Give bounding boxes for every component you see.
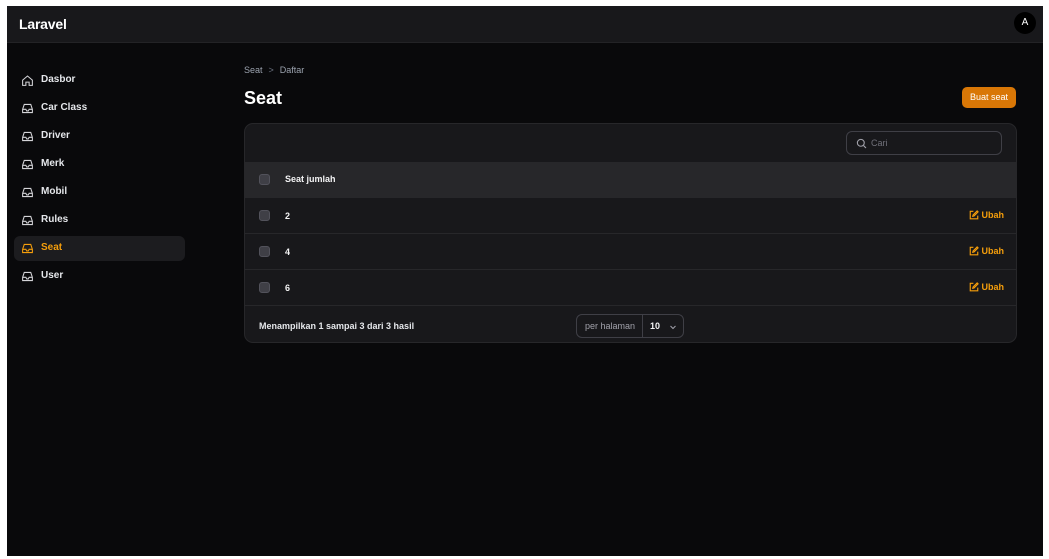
app-window: Laravel A Dasbor Car Class Driver Merk M… xyxy=(7,6,1043,556)
edit-label: Ubah xyxy=(981,210,1005,220)
per-page-divider xyxy=(642,315,643,337)
sidebar-item-label: Driver xyxy=(41,130,70,141)
per-page-value: 10 xyxy=(650,321,661,331)
breadcrumb-current: Daftar xyxy=(279,65,305,75)
per-page-label: per halaman xyxy=(585,321,636,331)
select-all-checkbox[interactable] xyxy=(259,174,270,185)
edit-button[interactable]: Ubah xyxy=(969,246,1005,256)
sidebar-item-car-class[interactable]: Car Class xyxy=(14,96,185,121)
sidebar-item-label: Dasbor xyxy=(41,74,76,85)
seat-jumlah-cell: 6 xyxy=(285,283,291,293)
edit-button[interactable]: Ubah xyxy=(969,210,1005,220)
tray-icon xyxy=(22,103,33,114)
edit-button[interactable]: Ubah xyxy=(969,282,1005,292)
page-title: Seat xyxy=(244,88,283,108)
breadcrumb: Seat > Daftar xyxy=(244,65,304,75)
edit-icon xyxy=(969,210,979,220)
breadcrumb-separator: > xyxy=(268,65,274,75)
tray-icon xyxy=(22,159,33,170)
sidebar-item-driver[interactable]: Driver xyxy=(14,124,185,149)
sidebar-item-label: Seat xyxy=(41,242,63,253)
chevron-down-icon xyxy=(670,325,676,330)
sidebar-item-rules[interactable]: Rules xyxy=(14,208,185,233)
per-page-select[interactable]: per halaman 10 xyxy=(576,314,684,338)
sidebar-item-dasbor[interactable]: Dasbor xyxy=(14,68,185,93)
tray-icon xyxy=(22,187,33,198)
tray-icon xyxy=(22,215,33,226)
table-row[interactable]: 2 Ubah xyxy=(245,197,1016,233)
sidebar-item-merk[interactable]: Merk xyxy=(14,152,185,177)
sidebar-item-label: Mobil xyxy=(41,186,68,197)
column-header-seat-jumlah[interactable]: Seat jumlah xyxy=(285,174,336,184)
sidebar: Dasbor Car Class Driver Merk Mobil Rules… xyxy=(7,43,197,556)
edit-label: Ubah xyxy=(981,282,1005,292)
tray-icon xyxy=(22,131,33,142)
search-icon xyxy=(856,138,867,149)
sidebar-item-user[interactable]: User xyxy=(14,264,185,289)
home-icon xyxy=(22,75,33,86)
search-placeholder: Cari xyxy=(871,138,888,148)
sidebar-item-seat[interactable]: Seat xyxy=(14,236,185,261)
breadcrumb-link-seat[interactable]: Seat xyxy=(244,65,263,75)
create-seat-button[interactable]: Buat seat xyxy=(962,87,1016,108)
tray-icon xyxy=(22,243,33,254)
tray-icon xyxy=(22,271,33,282)
seat-jumlah-cell: 4 xyxy=(285,247,291,257)
brand-logo[interactable]: Laravel xyxy=(19,16,67,32)
sidebar-item-mobil[interactable]: Mobil xyxy=(14,180,185,205)
search-input[interactable]: Cari xyxy=(846,131,1002,155)
sidebar-item-label: User xyxy=(41,270,64,281)
table-header: Seat jumlah xyxy=(245,162,1016,197)
table-row[interactable]: 4 Ubah xyxy=(245,233,1016,269)
user-avatar[interactable]: A xyxy=(1014,12,1036,34)
row-checkbox[interactable] xyxy=(259,246,270,257)
sidebar-item-label: Rules xyxy=(41,214,69,225)
sidebar-item-label: Merk xyxy=(41,158,65,169)
sidebar-item-label: Car Class xyxy=(41,102,88,113)
table-card: Cari Seat jumlah 2 Ubah 4 Ubah 6 Ubah Me… xyxy=(244,123,1017,343)
row-checkbox[interactable] xyxy=(259,282,270,293)
row-checkbox[interactable] xyxy=(259,210,270,221)
pagination-summary: Menampilkan 1 sampai 3 dari 3 hasil xyxy=(259,321,415,331)
edit-icon xyxy=(969,246,979,256)
edit-label: Ubah xyxy=(981,246,1005,256)
edit-icon xyxy=(969,282,979,292)
seat-jumlah-cell: 2 xyxy=(285,211,291,221)
table-footer: Menampilkan 1 sampai 3 dari 3 hasil per … xyxy=(245,305,1016,342)
top-bar: Laravel A xyxy=(7,6,1043,43)
table-row[interactable]: 6 Ubah xyxy=(245,269,1016,305)
